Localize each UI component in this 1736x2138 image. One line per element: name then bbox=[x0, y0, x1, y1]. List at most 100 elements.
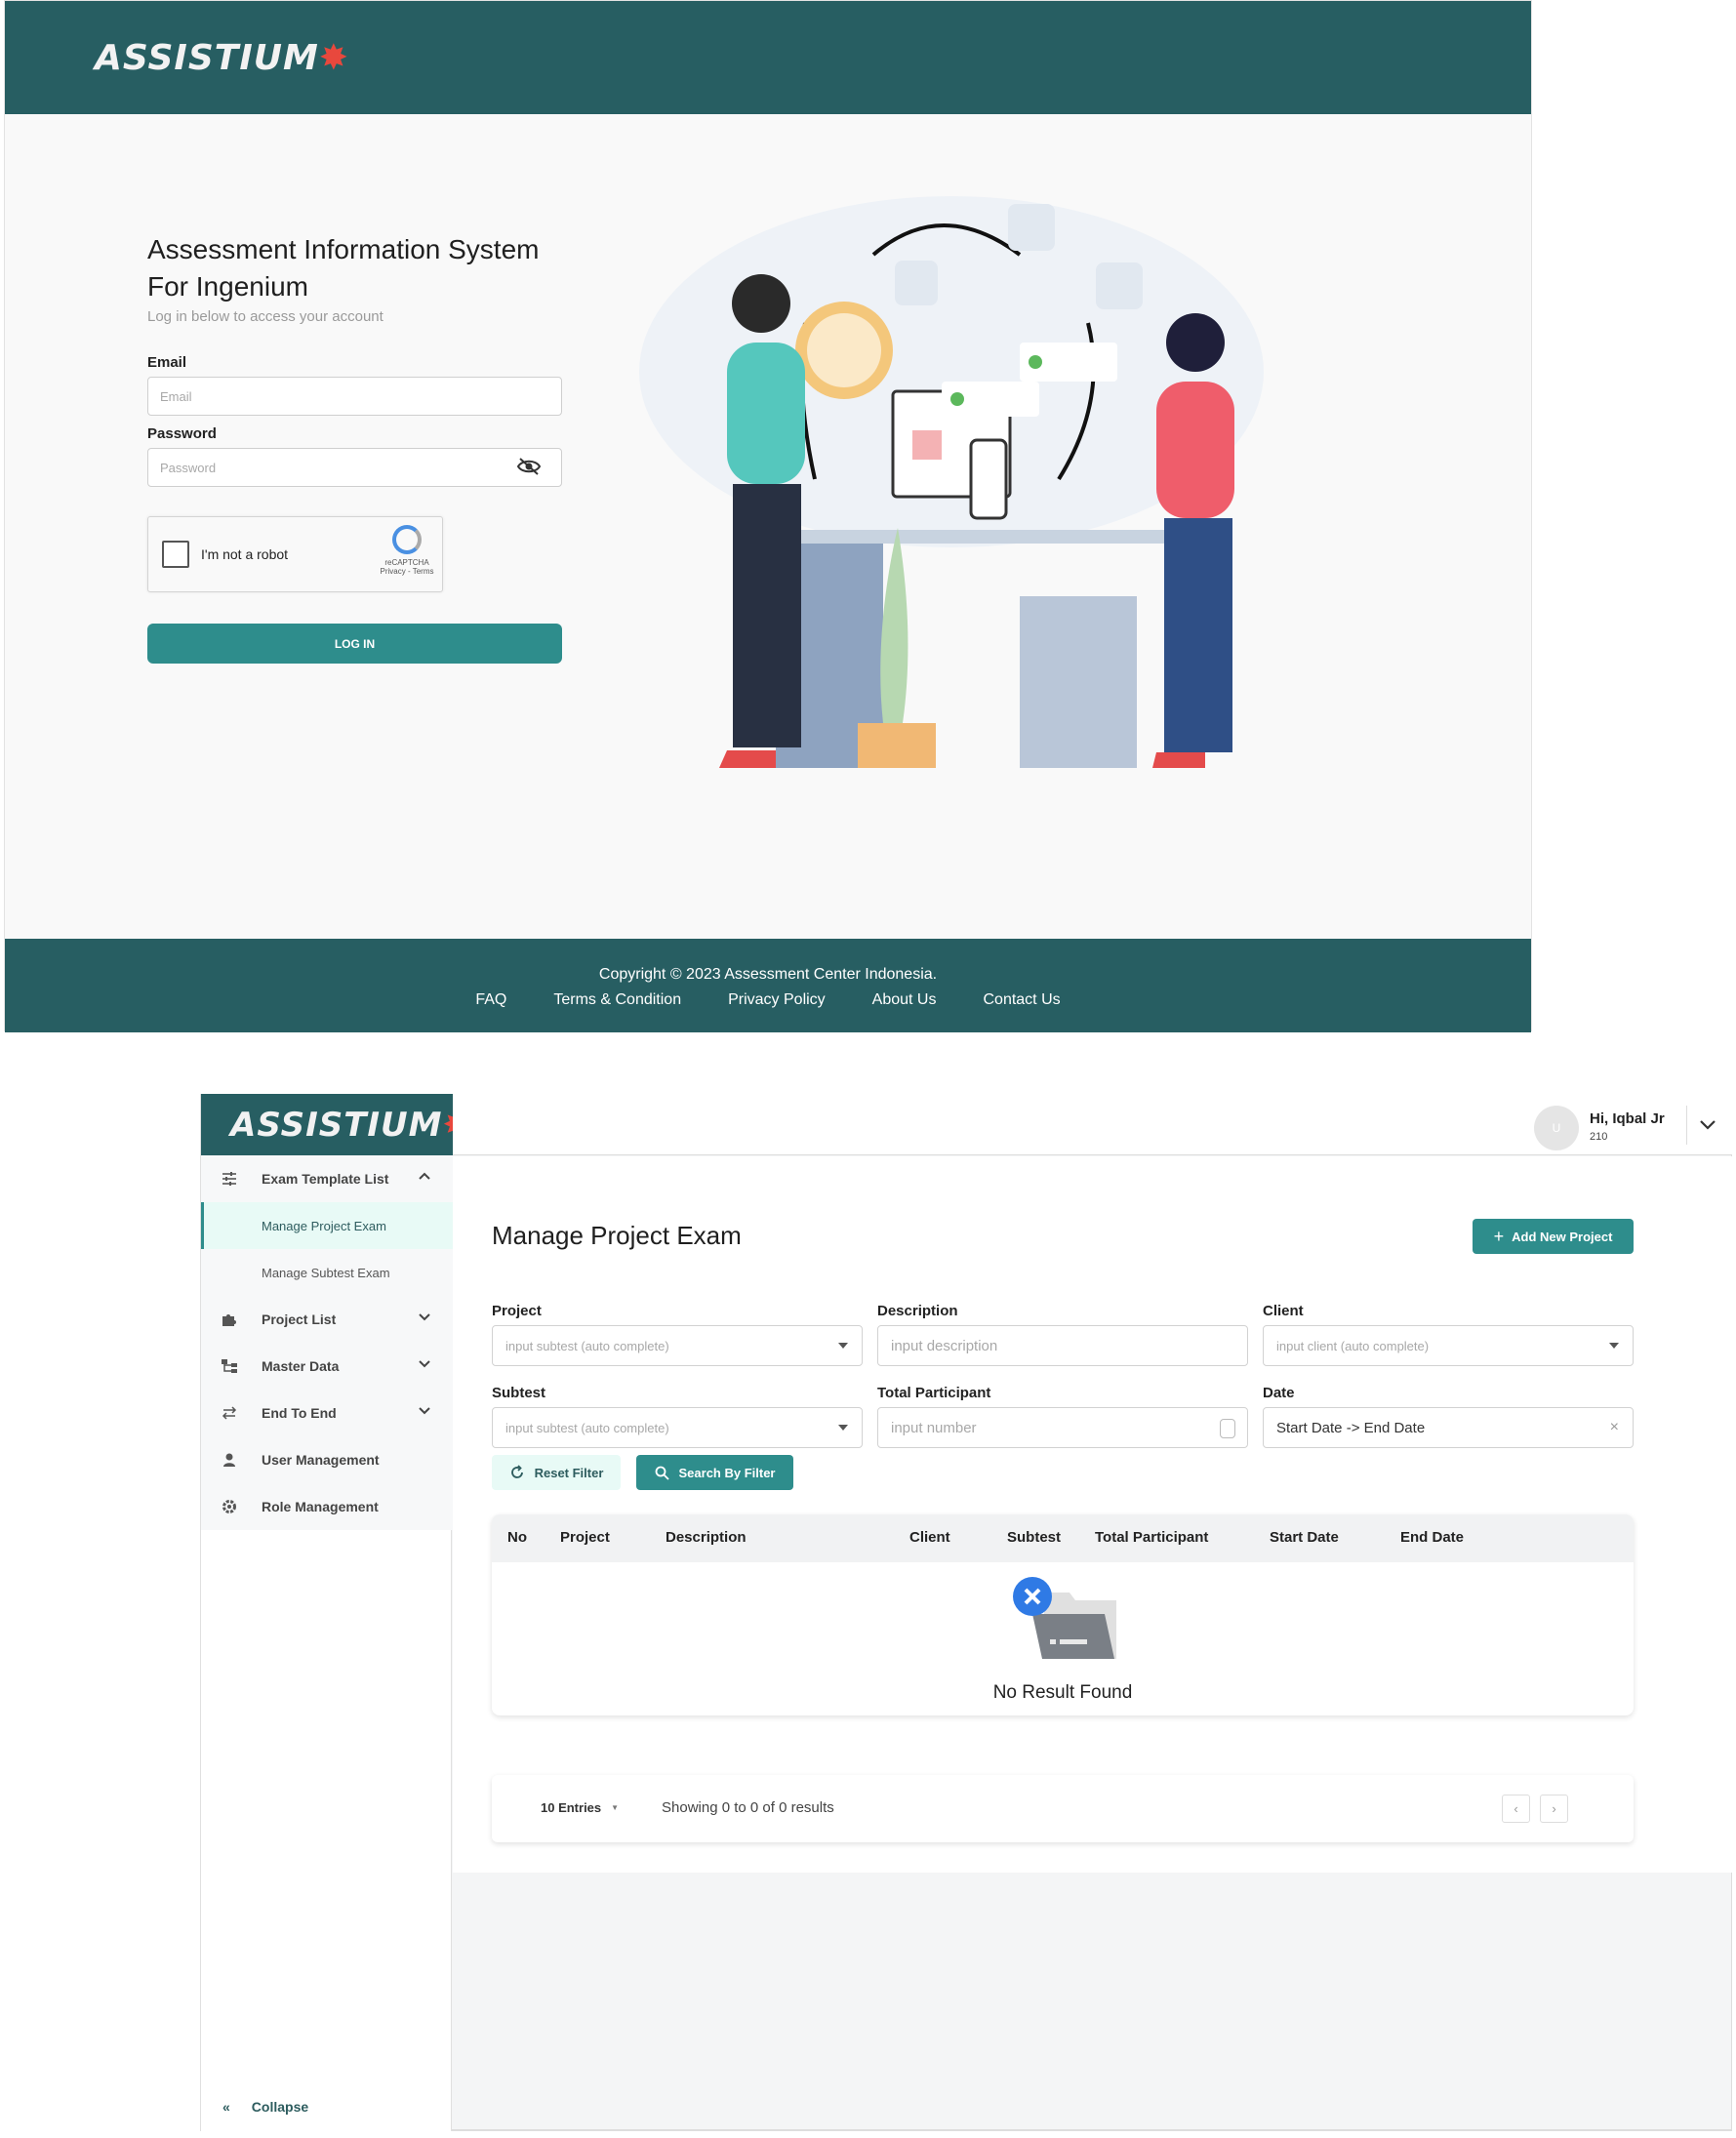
sliders-icon bbox=[222, 1172, 236, 1186]
project-table: No Project Description Client Subtest To… bbox=[492, 1514, 1634, 1715]
sidebar-item-project-list[interactable]: Project List bbox=[201, 1296, 453, 1343]
footer-link-privacy[interactable]: Privacy Policy bbox=[728, 991, 826, 1009]
recaptcha-brand: reCAPTCHA bbox=[384, 558, 429, 567]
recaptcha-logo: reCAPTCHA Privacy - Terms bbox=[379, 525, 435, 576]
office-illustration bbox=[639, 196, 1264, 768]
sidebar-item-label: Project List bbox=[262, 1311, 337, 1327]
recaptcha-icon bbox=[392, 525, 422, 554]
results-summary: Showing 0 to 0 of 0 results bbox=[662, 1799, 834, 1816]
login-button[interactable]: LOG IN bbox=[147, 624, 562, 664]
sidebar-subitem-manage-project-exam[interactable]: Manage Project Exam bbox=[201, 1202, 453, 1249]
description-filter-label: Description bbox=[877, 1303, 958, 1319]
table-header: No Project Description Client Subtest To… bbox=[492, 1514, 1634, 1562]
empty-folder-icon bbox=[1013, 1577, 1116, 1659]
clear-icon[interactable]: × bbox=[1610, 1419, 1619, 1436]
add-button-label: Add New Project bbox=[1512, 1229, 1613, 1244]
subtest-filter-select[interactable]: input subtest (auto complete) bbox=[492, 1407, 863, 1448]
page-title: Manage Project Exam bbox=[492, 1221, 742, 1250]
sidebar-item-master-data[interactable]: Master Data bbox=[201, 1343, 453, 1390]
chevron-down-icon[interactable] bbox=[1699, 1119, 1716, 1131]
caret-down-icon bbox=[838, 1343, 848, 1349]
search-by-filter-button[interactable]: Search By Filter bbox=[636, 1455, 793, 1490]
swap-icon bbox=[222, 1406, 237, 1420]
column-header-total-participant[interactable]: Total Participant bbox=[1095, 1529, 1208, 1546]
footer-link-faq[interactable]: FAQ bbox=[475, 991, 506, 1009]
column-header-subtest[interactable]: Subtest bbox=[1007, 1529, 1061, 1546]
avatar[interactable]: U bbox=[1534, 1106, 1579, 1150]
sidebar-menu: Exam Template List Manage Project Exam M… bbox=[201, 1155, 453, 1530]
column-header-client[interactable]: Client bbox=[909, 1529, 950, 1546]
add-new-project-button[interactable]: + Add New Project bbox=[1473, 1219, 1634, 1254]
participant-filter-placeholder: input number bbox=[891, 1419, 977, 1436]
divider bbox=[1686, 1106, 1687, 1145]
subtest-filter-placeholder: input subtest (auto complete) bbox=[505, 1420, 669, 1435]
sidebar-item-user-management[interactable]: User Management bbox=[201, 1436, 453, 1483]
next-page-button[interactable]: › bbox=[1540, 1795, 1568, 1823]
footer-link-contact[interactable]: Contact Us bbox=[983, 991, 1060, 1009]
plus-icon: + bbox=[1493, 1226, 1505, 1246]
column-header-start-date[interactable]: Start Date bbox=[1270, 1529, 1339, 1546]
captcha-checkbox[interactable] bbox=[162, 541, 189, 568]
recaptcha-links[interactable]: Privacy - Terms bbox=[379, 567, 435, 576]
user-greeting: Hi, Iqbal Jr bbox=[1590, 1110, 1665, 1127]
login-subtitle: Log in below to access your account bbox=[147, 308, 384, 325]
chevron-down-icon bbox=[419, 1407, 430, 1415]
sidebar-item-role-management[interactable]: Role Management bbox=[201, 1483, 453, 1530]
login-heading: Assessment Information System For Ingeni… bbox=[147, 234, 540, 302]
hierarchy-icon bbox=[222, 1359, 237, 1373]
email-label: Email bbox=[147, 354, 187, 371]
caret-down-icon bbox=[838, 1425, 848, 1431]
collapse-label: Collapse bbox=[251, 2099, 309, 2115]
footer-link-terms[interactable]: Terms & Condition bbox=[553, 991, 681, 1009]
entries-value: 10 Entries bbox=[541, 1800, 602, 1815]
subtest-filter-label: Subtest bbox=[492, 1385, 546, 1401]
sidebar-logo-bar: ASSISTIUM✸ bbox=[201, 1094, 470, 1155]
column-header-description[interactable]: Description bbox=[666, 1529, 747, 1546]
column-header-end-date[interactable]: End Date bbox=[1400, 1529, 1464, 1546]
date-range-picker[interactable]: Start Date -> End Date × bbox=[1263, 1407, 1634, 1448]
sidebar-subitem-manage-subtest-exam[interactable]: Manage Subtest Exam bbox=[201, 1249, 453, 1296]
footer-link-about[interactable]: About Us bbox=[872, 991, 937, 1009]
refresh-icon bbox=[510, 1465, 523, 1478]
sidebar-item-label: User Management bbox=[262, 1452, 380, 1468]
captcha-label: I'm not a robot bbox=[201, 546, 289, 562]
column-header-project[interactable]: Project bbox=[560, 1529, 610, 1546]
search-icon bbox=[655, 1466, 669, 1480]
reset-filter-button[interactable]: Reset Filter bbox=[492, 1455, 621, 1490]
chevron-up-icon bbox=[419, 1172, 430, 1180]
double-chevron-left-icon: « bbox=[222, 2099, 230, 2115]
client-filter-select[interactable]: input client (auto complete) bbox=[1263, 1325, 1634, 1366]
recaptcha-widget: I'm not a robot reCAPTCHA Privacy - Term… bbox=[147, 516, 443, 592]
entries-select[interactable]: 10 Entries ▼ bbox=[541, 1800, 619, 1815]
project-filter-select[interactable]: input subtest (auto complete) bbox=[492, 1325, 863, 1366]
sidebar-group-exam-template: Exam Template List Manage Project Exam M… bbox=[201, 1155, 453, 1530]
login-footer: Copyright © 2023 Assessment Center Indon… bbox=[5, 939, 1531, 1032]
sidebar: ASSISTIUM✸ Exam Template List Manage Pro… bbox=[200, 1094, 470, 2131]
copyright-text: Copyright © 2023 Assessment Center Indon… bbox=[598, 966, 938, 983]
sidebar-item-exam-template-list[interactable]: Exam Template List bbox=[201, 1155, 453, 1202]
brand-logo: ASSISTIUM✸ bbox=[95, 38, 349, 78]
participant-filter-label: Total Participant bbox=[877, 1385, 991, 1401]
password-field[interactable] bbox=[147, 448, 562, 487]
login-header: ASSISTIUM✸ bbox=[5, 1, 1531, 114]
hide-password-icon[interactable] bbox=[516, 456, 542, 477]
puzzle-icon bbox=[222, 1314, 236, 1326]
collapse-button[interactable]: « Collapse bbox=[222, 2099, 308, 2115]
brand-logo[interactable]: ASSISTIUM✸ bbox=[230, 1106, 471, 1145]
person-icon bbox=[223, 1453, 235, 1467]
reset-filter-label: Reset Filter bbox=[534, 1465, 604, 1480]
date-range-value: Start Date -> End Date bbox=[1276, 1419, 1426, 1436]
description-filter-input[interactable]: input description bbox=[877, 1325, 1248, 1366]
client-filter-placeholder: input client (auto complete) bbox=[1276, 1338, 1430, 1353]
sidebar-item-label: Role Management bbox=[262, 1499, 379, 1514]
description-filter-placeholder: input description bbox=[891, 1337, 998, 1354]
number-stepper-icon[interactable] bbox=[1220, 1419, 1235, 1438]
column-header-no[interactable]: No bbox=[507, 1529, 527, 1546]
email-field[interactable] bbox=[147, 377, 562, 416]
participant-filter-input[interactable]: input number bbox=[877, 1407, 1248, 1448]
sidebar-item-end-to-end[interactable]: End To End bbox=[201, 1390, 453, 1436]
main-content: Manage Project Exam + Add New Project Pr… bbox=[453, 1156, 1732, 1873]
prev-page-button[interactable]: ‹ bbox=[1502, 1795, 1530, 1823]
project-filter-placeholder: input subtest (auto complete) bbox=[505, 1338, 669, 1353]
caret-down-icon bbox=[1609, 1343, 1619, 1349]
